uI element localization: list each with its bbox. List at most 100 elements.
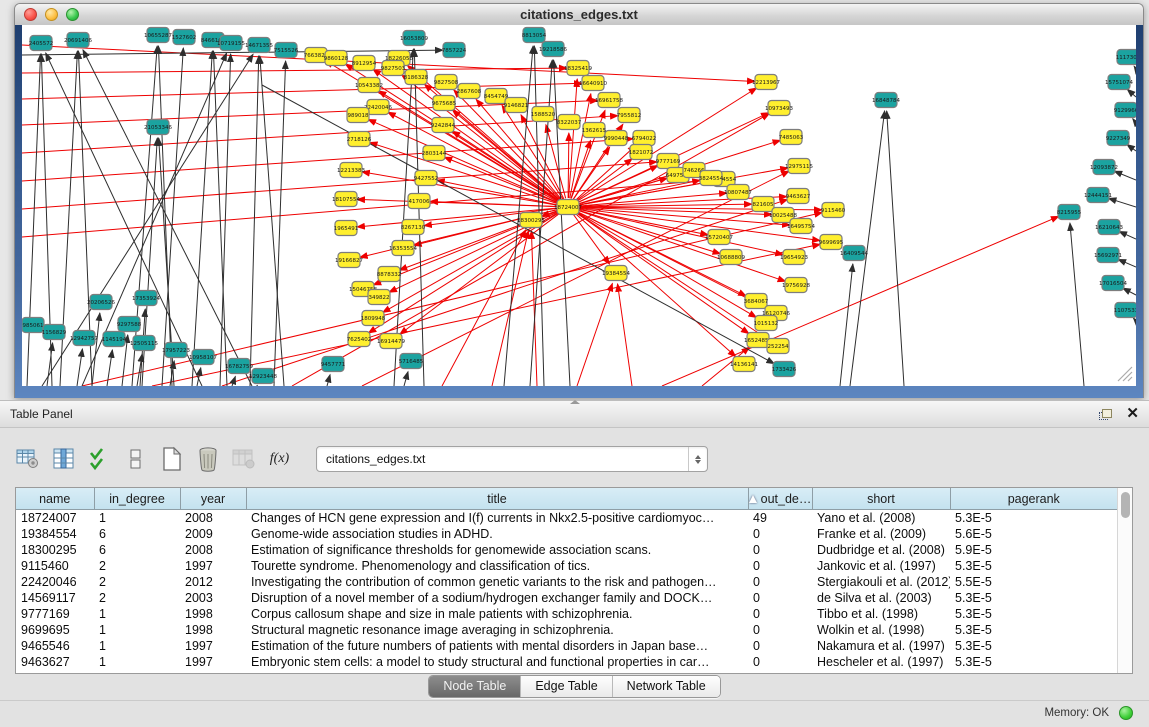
graph-edge[interactable]: [531, 231, 537, 386]
graph-node[interactable]: 12093872: [1090, 160, 1118, 175]
column-header-name[interactable]: name: [16, 488, 94, 510]
table-cell[interactable]: 19384554: [16, 526, 94, 542]
graph-edge[interactable]: [554, 60, 570, 386]
graph-node[interactable]: 20206526: [87, 295, 115, 310]
graph-node[interactable]: 16053809: [400, 31, 428, 46]
table-cell[interactable]: 5.3E-5: [950, 654, 1117, 670]
graph-node[interactable]: 9990448: [604, 131, 629, 146]
table-cell[interactable]: 1: [94, 638, 180, 654]
table-cell[interactable]: 0: [748, 654, 812, 670]
graph-node[interactable]: 9227349: [1106, 131, 1131, 146]
graph-edge[interactable]: [442, 230, 526, 386]
function-builder-icon[interactable]: f(x): [266, 446, 293, 473]
graph-node[interactable]: 10688809: [717, 250, 745, 265]
table-cell[interactable]: 5.3E-5: [950, 558, 1117, 574]
table-cell[interactable]: Embryonic stem cells: a model to study s…: [246, 654, 748, 670]
table-row[interactable]: 946362711997Embryonic stem cells: a mode…: [16, 654, 1117, 670]
table-cell[interactable]: Hescheler et al. (1997): [812, 654, 950, 670]
graph-node[interactable]: 16782759: [225, 359, 253, 374]
table-cell[interactable]: 2009: [180, 526, 246, 542]
table-row[interactable]: 911546021997Tourette syndrome. Phenomeno…: [16, 558, 1117, 574]
table-cell[interactable]: 0: [748, 606, 812, 622]
graph-node[interactable]: 7857224: [442, 43, 467, 58]
graph-node[interactable]: 985061: [22, 318, 44, 333]
graph-node[interactable]: 16495754: [787, 219, 815, 234]
graph-node[interactable]: 17353924: [132, 291, 160, 306]
table-cell[interactable]: 9115460: [16, 558, 94, 574]
table-row[interactable]: 1456911722003Disruption of a novel membe…: [16, 590, 1117, 606]
graph-node[interactable]: 10543382: [355, 78, 383, 93]
graph-node[interactable]: 5716485: [399, 354, 424, 369]
graph-edge[interactable]: [1123, 288, 1136, 295]
table-vertical-scrollbar[interactable]: [1117, 488, 1132, 673]
column-header-year[interactable]: year: [180, 488, 246, 510]
graph-node[interactable]: 20691406: [64, 33, 92, 48]
table-cell[interactable]: 0: [748, 574, 812, 590]
graph-edge[interactable]: [404, 372, 408, 386]
graph-node[interactable]: 7625402: [347, 332, 372, 347]
graph-edge[interactable]: [22, 139, 633, 181]
column-header-pagerank[interactable]: pagerank: [950, 488, 1117, 510]
table-cell[interactable]: Dudbridge et al. (2008): [812, 542, 950, 558]
graph-node[interactable]: 12975115: [785, 159, 813, 174]
graph-node[interactable]: 9675685: [432, 96, 457, 111]
table-row[interactable]: 2242004622012Investigating the contribut…: [16, 574, 1117, 590]
graph-node[interactable]: 9777169: [656, 154, 681, 169]
graph-edge[interactable]: [1127, 89, 1136, 97]
graph-edge[interactable]: [222, 199, 788, 386]
graph-edge[interactable]: [887, 111, 904, 386]
graph-node[interactable]: 349822: [368, 290, 390, 305]
table-cell[interactable]: Tourette syndrome. Phenomenology and cla…: [246, 558, 748, 574]
close-panel-icon[interactable]: ✕: [1126, 401, 1139, 427]
graph-node[interactable]: 9146821: [504, 98, 529, 113]
table-cell[interactable]: Tibbo et al. (1998): [812, 606, 950, 622]
graph-node[interactable]: 9115460: [821, 203, 846, 218]
graph-node[interactable]: 9129966: [1114, 103, 1136, 118]
graph-node[interactable]: 10973493: [765, 101, 793, 116]
table-cell[interactable]: 1998: [180, 622, 246, 638]
graph-edge[interactable]: [192, 51, 212, 386]
graph-node[interactable]: 9457771: [321, 357, 346, 372]
table-cell[interactable]: Investigating the contribution of common…: [246, 574, 748, 590]
table-cell[interactable]: 1: [94, 654, 180, 670]
table-cell[interactable]: 5.3E-5: [950, 638, 1117, 654]
graph-node[interactable]: 18325419: [564, 61, 592, 76]
graph-node[interactable]: 16848784: [872, 93, 900, 108]
table-cell[interactable]: Structural magnetic resonance image aver…: [246, 622, 748, 638]
graph-node[interactable]: 19218586: [539, 42, 567, 57]
graph-edge[interactable]: [414, 49, 424, 386]
graph-node[interactable]: 14671355: [245, 38, 273, 53]
graph-node[interactable]: 9827508: [434, 75, 459, 90]
graph-node[interactable]: 2867608: [457, 84, 482, 99]
graph-node[interactable]: 9860128: [324, 51, 349, 66]
column-header-out_de[interactable]: out_de…: [748, 488, 812, 510]
graph-edge[interactable]: [1133, 119, 1136, 123]
graph-node[interactable]: 1117304: [1116, 50, 1136, 65]
table-cell[interactable]: 1998: [180, 606, 246, 622]
graph-node[interactable]: 18107554: [332, 192, 360, 207]
graph-edge[interactable]: [368, 119, 560, 203]
table-cell[interactable]: 18724007: [16, 510, 94, 527]
table-cell[interactable]: 9465546: [16, 638, 94, 654]
table-cell[interactable]: 5.6E-5: [950, 526, 1117, 542]
table-cell[interactable]: 2008: [180, 510, 246, 527]
graph-node[interactable]: 14136141: [730, 357, 758, 372]
edit-columns-icon[interactable]: [50, 446, 77, 473]
graph-edge[interactable]: [1108, 198, 1136, 207]
graph-node[interactable]: 19654923: [780, 250, 808, 265]
table-cell[interactable]: Changes of HCN gene expression and I(f) …: [246, 510, 748, 527]
graph-edge[interactable]: [232, 376, 235, 386]
graph-node[interactable]: 8215955: [1057, 205, 1082, 220]
graph-edge[interactable]: [27, 54, 41, 386]
delete-table-icon[interactable]: [194, 446, 221, 473]
graph-node[interactable]: 8186328: [404, 70, 429, 85]
network-window-titlebar[interactable]: citations_edges.txt: [15, 4, 1143, 26]
graph-node[interactable]: 8322037: [557, 115, 582, 130]
graph-node[interactable]: 17957223: [162, 343, 190, 358]
graph-node[interactable]: 10807487: [724, 185, 752, 200]
graph-node[interactable]: 9427552: [414, 171, 439, 186]
table-cell[interactable]: Corpus callosum shape and size in male p…: [246, 606, 748, 622]
graph-edge[interactable]: [274, 61, 286, 386]
table-cell[interactable]: 2003: [180, 590, 246, 606]
graph-node[interactable]: 2718126: [347, 132, 372, 147]
